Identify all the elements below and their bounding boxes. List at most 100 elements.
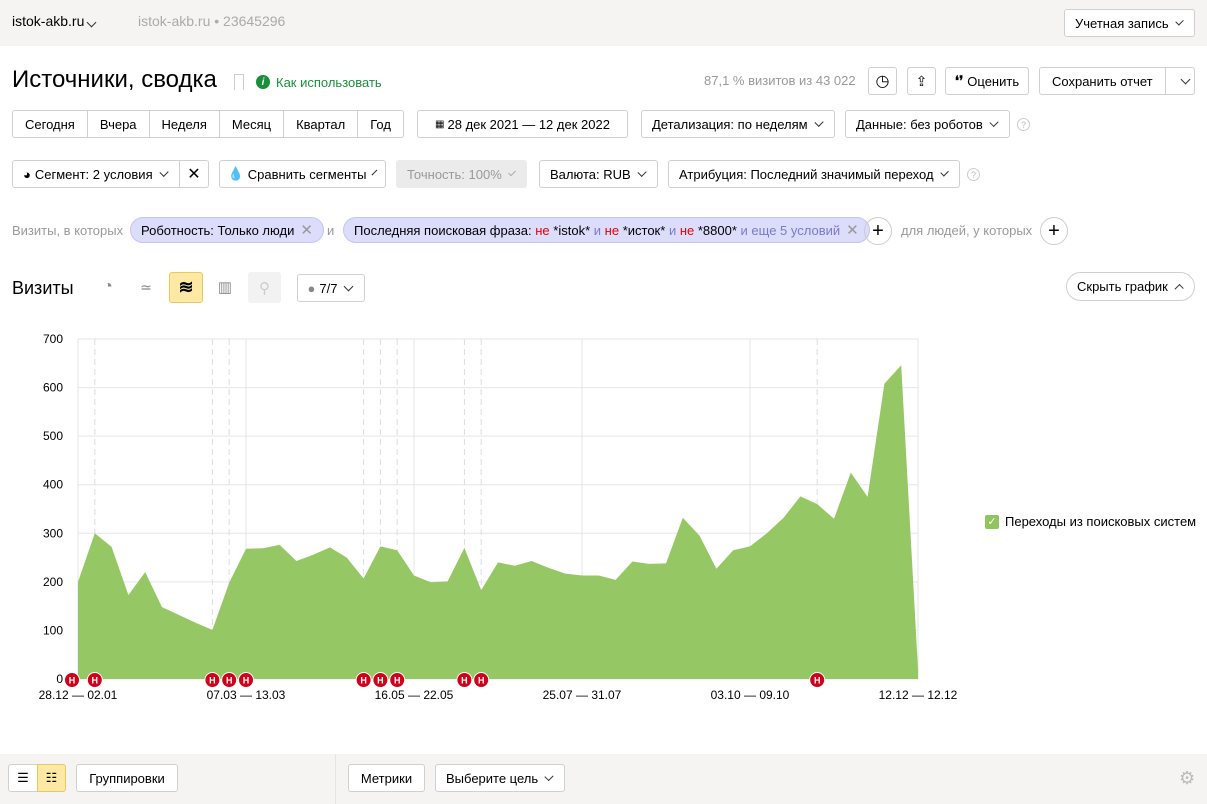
groupings-label: Группировки: [89, 770, 165, 786]
close-icon[interactable]: ✕: [846, 221, 859, 239]
rate-button[interactable]: ❛❜ Оценить: [945, 67, 1029, 95]
y-tick-label: 400: [43, 478, 63, 492]
x-tick-label: 07.03 — 13.03: [207, 688, 286, 702]
share-icon: ⇪: [915, 72, 928, 89]
account-label: Учетная запись: [1075, 15, 1169, 31]
annotation-label: Н: [69, 676, 76, 686]
not-label: не: [535, 222, 550, 238]
compare-segments-dropdown[interactable]: 💧 Сравнить сегменты: [219, 160, 386, 188]
filter-chip-search-phrase[interactable]: Последняя поисковая фраза: не *istok* и …: [343, 217, 870, 243]
site-selector[interactable]: istok-akb.ru: [12, 13, 97, 29]
bookmark-icon[interactable]: [234, 74, 244, 90]
line-chart-icon[interactable]: ≃: [132, 273, 160, 301]
detail-dropdown[interactable]: Детализация: по неделям: [641, 110, 835, 138]
chevron-down-icon: [86, 17, 97, 28]
people-label: для людей, у которых: [901, 223, 1033, 238]
chevron-down-icon: [1174, 16, 1184, 26]
help-icon[interactable]: ?: [1017, 118, 1030, 131]
chevron-down-icon: [507, 168, 516, 176]
segment-dropdown[interactable]: ◕ Сегмент: 2 условия: [12, 160, 180, 188]
chip-label: Последняя поисковая фраза:: [354, 222, 532, 238]
data-filter-dropdown[interactable]: Данные: без роботов: [845, 110, 1010, 138]
period-month[interactable]: Месяц: [220, 111, 285, 137]
legend-item[interactable]: ✓ Переходы из поисковых систем: [985, 514, 1196, 529]
period-today[interactable]: Сегодня: [13, 111, 88, 137]
y-tick-label: 700: [43, 332, 63, 346]
hide-chart-button[interactable]: Скрыть график: [1066, 272, 1195, 301]
site-name: istok-akb.ru: [12, 13, 85, 29]
annotation-label: Н: [394, 676, 401, 686]
add-visit-condition-button[interactable]: +: [864, 217, 892, 245]
goal-label: Выберите цель: [446, 770, 539, 786]
annotation-label: Н: [243, 676, 250, 686]
checkbox-icon[interactable]: ✓: [985, 514, 999, 529]
chevron-down-icon: [989, 117, 999, 127]
accuracy-dropdown[interactable]: Точность: 100%: [396, 160, 527, 188]
list-view-button[interactable]: ☰: [8, 764, 38, 792]
y-tick-label: 0: [56, 672, 63, 686]
filter-chip-robots[interactable]: Роботность: Только люди ✕: [130, 217, 324, 243]
export-button[interactable]: ⇪: [907, 67, 936, 95]
compare-label: Сравнить сегменты: [247, 166, 367, 182]
save-report-button[interactable]: Сохранить отчет: [1039, 67, 1195, 95]
history-button[interactable]: ◷: [868, 67, 897, 95]
metrics-button[interactable]: Метрики: [348, 764, 425, 792]
chevron-down-icon[interactable]: [1180, 74, 1191, 84]
segment-label: Сегмент: 2 условия: [34, 166, 153, 182]
period-yesterday[interactable]: Вчера: [88, 111, 150, 137]
annotation-label: Н: [226, 676, 233, 686]
goal-dropdown[interactable]: Выберите цель: [435, 764, 565, 792]
more-conditions-link[interactable]: и еще 5 условий: [741, 223, 841, 238]
area-chart-icon[interactable]: ≋: [169, 272, 203, 303]
not-label: не: [604, 222, 620, 238]
list-icon: ☰: [17, 770, 29, 785]
chart-title: Визиты: [12, 278, 74, 298]
period-week[interactable]: Неделя: [150, 111, 220, 137]
info-icon: i: [256, 75, 270, 89]
groupings-button[interactable]: Группировки: [76, 764, 178, 792]
value: *istok*: [553, 222, 591, 238]
account-button[interactable]: Учетная запись: [1064, 9, 1195, 37]
help-icon[interactable]: ?: [967, 168, 980, 181]
notes-dropdown[interactable]: ● 7/7: [297, 274, 365, 302]
period-year[interactable]: Год: [358, 111, 403, 137]
date-range-button[interactable]: ▦ 28 дек 2021 — 12 дек 2022: [417, 110, 628, 138]
chevron-down-icon: [814, 117, 824, 127]
attribution-label: Атрибуция: Последний значимый переход: [679, 166, 934, 182]
comment-icon: ●: [307, 280, 316, 296]
currency-label: Валюта: RUB: [550, 166, 631, 182]
x-tick-label: 16.05 — 22.05: [375, 688, 454, 702]
notes-count: 7/7: [319, 280, 338, 296]
calendar-icon: ▦: [435, 118, 445, 130]
not-label: не: [679, 222, 695, 238]
settings-icon[interactable]: ⚙: [1179, 768, 1195, 789]
metrics-label: Метрики: [360, 770, 413, 786]
add-people-condition-button[interactable]: +: [1040, 217, 1068, 245]
tree-view-button[interactable]: ☷: [37, 764, 66, 792]
value: *8800*: [697, 222, 737, 238]
y-tick-label: 200: [43, 575, 63, 589]
map-icon[interactable]: ⚲: [248, 272, 281, 303]
currency-dropdown[interactable]: Валюта: RUB: [539, 160, 658, 188]
close-icon[interactable]: ✕: [300, 221, 313, 239]
period-selector: Сегодня Вчера Неделя Месяц Квартал Год: [12, 110, 404, 138]
pie-chart-icon[interactable]: ◔: [94, 273, 122, 301]
y-tick-label: 300: [43, 526, 63, 540]
period-quarter[interactable]: Квартал: [284, 111, 359, 137]
divider: [335, 754, 336, 804]
quote-icon: ❛❜: [954, 73, 964, 88]
detail-label: Детализация: по неделям: [652, 116, 808, 132]
chevron-down-icon: [344, 281, 354, 291]
legend-label: Переходы из поисковых систем: [1005, 514, 1197, 529]
how-to-use-link[interactable]: Как использовать: [276, 75, 382, 90]
annotation-label: Н: [92, 676, 99, 686]
attribution-dropdown[interactable]: Атрибуция: Последний значимый переход: [668, 160, 960, 188]
clear-segment-button[interactable]: ✕: [179, 160, 209, 188]
x-tick-label: 12.12 — 12.12: [879, 688, 958, 702]
chevron-down-icon: [637, 167, 647, 177]
and-label: и: [327, 223, 335, 238]
bar-chart-icon[interactable]: ▥: [211, 273, 239, 301]
clock-icon: ◷: [875, 73, 890, 90]
x-tick-label: 25.07 — 31.07: [543, 688, 622, 702]
annotation-label: Н: [360, 676, 367, 686]
